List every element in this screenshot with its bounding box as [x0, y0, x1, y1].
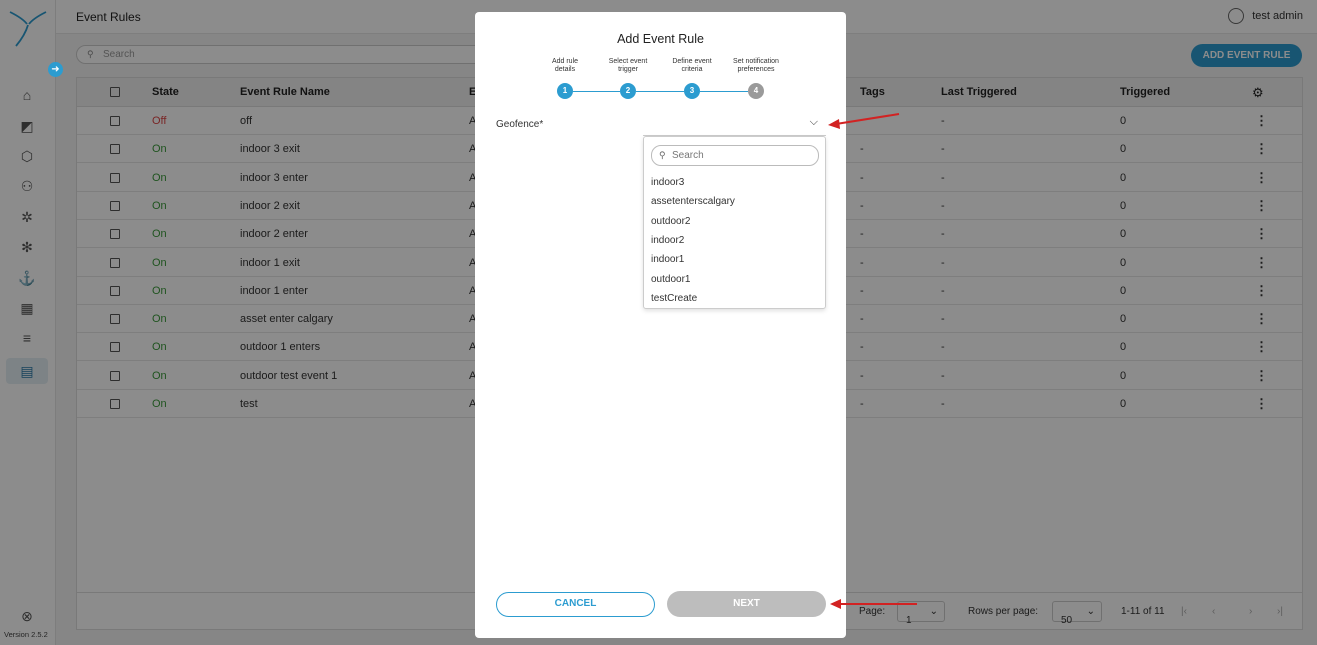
- annotation-arrow-icon: [828, 113, 900, 129]
- geofence-option[interactable]: assetenterscalgary: [651, 196, 735, 207]
- geofence-option[interactable]: outdoor1: [651, 274, 690, 285]
- cancel-button[interactable]: CANCEL: [496, 592, 655, 617]
- step-label: Add rule details: [551, 58, 579, 73]
- step-connector: [636, 91, 684, 92]
- geofence-option[interactable]: testCreate: [651, 293, 697, 304]
- chevron-down-icon: ⌵: [809, 116, 818, 128]
- geofence-option[interactable]: indoor3: [651, 177, 684, 188]
- dropdown-search-placeholder: Search: [672, 150, 704, 161]
- geofence-option[interactable]: indoor1: [651, 254, 684, 265]
- geofence-option[interactable]: indoor2: [651, 235, 684, 246]
- step-connector: [700, 91, 748, 92]
- dialog-title: Add Event Rule: [617, 32, 704, 46]
- step-label: Select event trigger: [608, 58, 648, 73]
- geofence-select[interactable]: ⌵: [643, 113, 826, 136]
- step-indicator: 1: [557, 83, 573, 99]
- step-label: Define event criteria: [672, 58, 712, 73]
- geofence-label: Geofence*: [496, 119, 544, 130]
- add-event-rule-dialog: Add Event Rule Add rule details 1 Select ev…: [475, 12, 846, 638]
- geofence-dropdown: ⚲ Search indoor3 assetenterscalgary outdoo…: [643, 136, 826, 309]
- step-indicator: 4: [748, 83, 764, 99]
- dropdown-search-input[interactable]: ⚲ Search: [651, 145, 819, 166]
- search-icon: ⚲: [659, 150, 666, 160]
- step-label: Set notification preferences: [733, 58, 779, 73]
- step-indicator: 3: [684, 83, 700, 99]
- expand-sidebar-button[interactable]: ➜: [48, 62, 63, 77]
- step-indicator: 2: [620, 83, 636, 99]
- geofence-option[interactable]: outdoor2: [651, 216, 690, 227]
- step-connector: [573, 91, 620, 92]
- next-button[interactable]: NEXT: [667, 591, 826, 617]
- annotation-arrow-icon: [830, 599, 917, 609]
